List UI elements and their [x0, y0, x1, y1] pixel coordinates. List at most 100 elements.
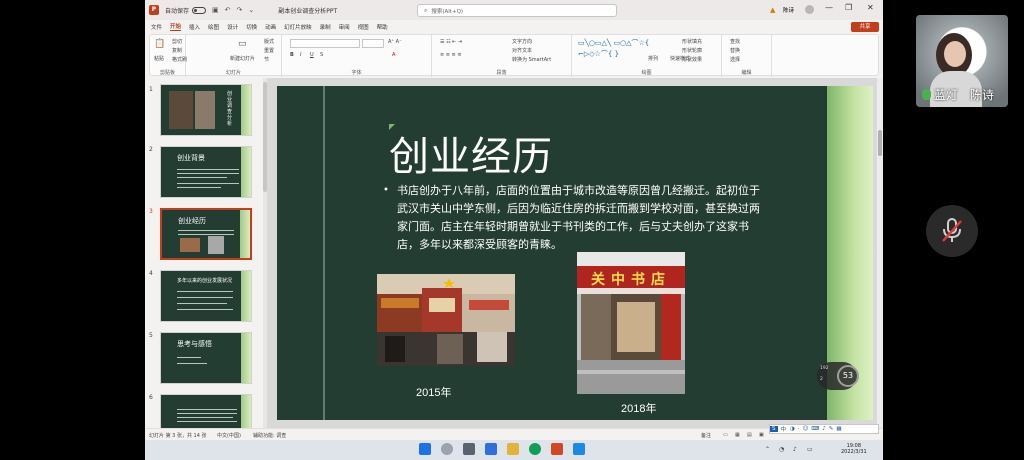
meeting-app-icon[interactable]	[573, 443, 585, 455]
save-icon[interactable]: ▣	[212, 6, 219, 14]
align-text-button[interactable]: 对齐文本	[512, 47, 532, 54]
new-slide-icon[interactable]: ▭	[238, 39, 247, 49]
italic-button[interactable]: I	[300, 52, 301, 58]
new-slide-button[interactable]: 新建幻灯片	[230, 55, 255, 62]
task-view-icon[interactable]	[463, 443, 475, 455]
thumbnail-slide-3[interactable]: 创业经历	[160, 208, 252, 260]
reset-button[interactable]: 重置	[264, 47, 274, 54]
thumbnail-slide-1[interactable]: 创业调查分析	[160, 84, 252, 136]
arrange-button[interactable]: 排列	[648, 55, 658, 62]
title-placeholder-marker	[389, 124, 395, 130]
tab-9[interactable]: 审阅	[339, 23, 350, 31]
photo-2018[interactable]: 关中书店	[577, 252, 685, 394]
floating-zoom-chip[interactable]: 192 2 53	[817, 362, 859, 390]
shape-fill-button[interactable]: 形状填充	[682, 38, 702, 45]
system-clock[interactable]: 19:08 2022/3/31	[841, 443, 867, 455]
warning-icon[interactable]: ▲	[770, 6, 775, 14]
tab-3[interactable]: 绘图	[208, 23, 219, 31]
section-button[interactable]: 节	[264, 56, 269, 63]
redo-icon[interactable]: ↷	[237, 6, 243, 14]
copy-button[interactable]: 复制	[172, 47, 182, 54]
photo-2015[interactable]	[377, 274, 515, 366]
paste-icon[interactable]: 📋	[154, 39, 165, 49]
grow-font-icon[interactable]: A⁺ A⁻	[388, 39, 402, 45]
thumbnail-slide-2[interactable]: 创业背景	[160, 146, 252, 198]
widgets-icon[interactable]	[485, 443, 497, 455]
tab-6[interactable]: 动画	[265, 23, 276, 31]
wifi-icon[interactable]: ◔	[779, 446, 784, 453]
customize-qat-icon[interactable]: ⌄	[248, 6, 254, 14]
zoom-chip-line1: 192	[820, 366, 829, 371]
shape-outline-button[interactable]: 形状轮廓	[682, 47, 702, 54]
file-explorer-icon[interactable]	[507, 443, 519, 455]
select-button[interactable]: 选择	[730, 56, 740, 63]
ime-toolbar[interactable]: S 中 ◑·☺⌨♪✎▦	[769, 424, 879, 434]
powerpoint-taskbar-icon[interactable]	[551, 443, 563, 455]
tab-0[interactable]: 文件	[151, 23, 162, 31]
zoom-chip-value: 53	[837, 365, 859, 387]
cut-button[interactable]: 剪切	[172, 38, 182, 45]
tab-5[interactable]: 切换	[246, 23, 257, 31]
mute-microphone-button[interactable]	[926, 205, 978, 257]
reading-view-icon[interactable]: ▤	[747, 432, 752, 438]
shape-effects-button[interactable]: 形状效果	[682, 56, 702, 63]
thumbnail-slide-4[interactable]: 多年以来的创业发展状况	[160, 270, 252, 322]
layout-button[interactable]: 版式	[264, 38, 274, 45]
participant-video[interactable]: 蓝灯 陈诗	[916, 15, 1008, 107]
slide-title[interactable]: 创业经历	[389, 124, 553, 182]
text-direction-button[interactable]: 文字方向	[512, 38, 532, 45]
format-painter-button[interactable]: 格式刷	[172, 56, 187, 63]
list-buttons[interactable]: ☰ ☷ ⇤ ⇥	[440, 39, 462, 45]
close-button[interactable]: ✕	[867, 3, 874, 12]
search-box[interactable]: ⌕ 搜索(Alt+Q)	[417, 4, 617, 17]
bold-button[interactable]: B	[290, 52, 294, 58]
undo-icon[interactable]: ↶	[225, 6, 231, 14]
strikethrough-button[interactable]: S	[320, 52, 323, 58]
font-color-button[interactable]: A	[392, 52, 395, 58]
volume-icon[interactable]: ♪	[793, 446, 797, 453]
tab-11[interactable]: 帮助	[377, 23, 388, 31]
slide-thumbnails-pane: 1 创业调查分析 2 创业背景 3 创业经历 4 多年以来的创业发展状况 5 思…	[145, 78, 267, 446]
thumbnail-title: 思考与感悟	[177, 340, 212, 348]
tab-7[interactable]: 幻灯片放映	[284, 23, 312, 31]
autosave-toggle[interactable]	[192, 6, 207, 14]
battery-icon[interactable]: ▭	[807, 446, 813, 453]
share-button[interactable]: 共享	[851, 22, 879, 32]
font-size-dropdown[interactable]	[362, 39, 384, 48]
replace-button[interactable]: 替换	[730, 47, 740, 54]
accessibility-status[interactable]: 辅助功能: 调查	[253, 432, 286, 439]
restore-button[interactable]: ❐	[845, 3, 852, 12]
language-indicator[interactable]: 中文(中国)	[217, 432, 241, 439]
tab-2[interactable]: 插入	[189, 23, 200, 31]
smartart-button[interactable]: 转换为 SmartArt	[512, 56, 551, 63]
slide-body-text[interactable]: • 书店创办于八年前，店面的位置由于城市改造等原因曾几经搬迁。起初位于武汉市关山…	[383, 182, 763, 254]
ime-tool-icons[interactable]: ◑·☺⌨♪✎▦	[790, 426, 845, 432]
slideshow-icon[interactable]: ▣	[759, 432, 764, 438]
slide-sorter-icon[interactable]: ▦	[735, 432, 740, 438]
tab-1[interactable]: 开始	[170, 22, 182, 31]
edge-icon[interactable]	[529, 443, 541, 455]
align-buttons[interactable]: ≡ ≡ ≡ ≡	[440, 52, 462, 58]
underline-button[interactable]: U	[310, 52, 314, 58]
shapes-gallery-row2[interactable]: ⌐▷◇☆⌒{ }	[578, 49, 619, 59]
taskbar-search-icon[interactable]	[441, 443, 453, 455]
tray-chevron-icon[interactable]: ⌃	[765, 446, 770, 453]
editor-scrollbar[interactable]	[877, 78, 883, 428]
start-icon[interactable]	[419, 443, 431, 455]
shapes-gallery[interactable]: ▭╲○▭△╲ ▭○△⌒☆{	[578, 38, 649, 48]
paste-button[interactable]: 粘贴	[154, 55, 164, 62]
notes-button[interactable]: 备注	[701, 432, 711, 439]
account-name[interactable]: 陈诗	[783, 6, 794, 14]
normal-view-icon[interactable]: ▭	[723, 432, 728, 438]
tab-10[interactable]: 视图	[358, 23, 369, 31]
tab-8[interactable]: 录制	[320, 23, 331, 31]
font-name-dropdown[interactable]	[290, 39, 360, 48]
find-button[interactable]: 查找	[730, 38, 740, 45]
current-slide[interactable]: 创业经历 • 书店创办于八年前，店面的位置由于城市改造等原因曾几经搬迁。起初位于…	[277, 86, 873, 420]
autosave-label: 自动保存	[165, 7, 190, 15]
minimize-button[interactable]: —	[825, 3, 833, 12]
avatar[interactable]	[805, 5, 814, 14]
tab-4[interactable]: 设计	[227, 23, 238, 31]
participant-name-label: 蓝灯 陈诗	[922, 86, 994, 103]
thumbnail-slide-5[interactable]: 思考与感悟	[160, 332, 252, 384]
